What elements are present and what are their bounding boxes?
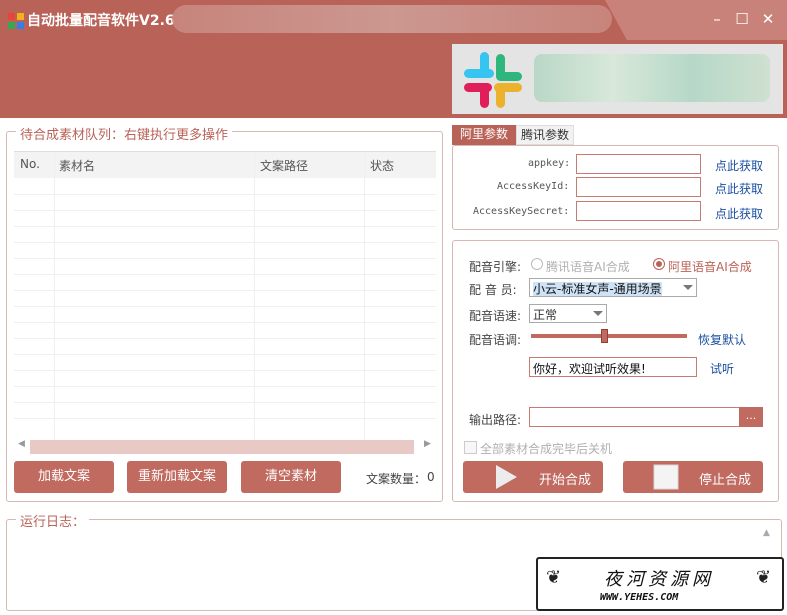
shutdown-label[interactable]: 全部素材合成完毕后关机	[480, 440, 612, 457]
column-divider	[54, 152, 55, 440]
material-table[interactable]: No. 素材名 文案路径 状态	[14, 151, 436, 440]
row-divider	[14, 418, 436, 419]
slack-logo-icon	[464, 52, 522, 108]
queue-legend: 待合成素材队列：右键执行更多操作	[16, 124, 233, 143]
row-divider	[14, 194, 436, 195]
accesskeyid-label: AccessKeyId:	[497, 181, 570, 192]
reset-default-link[interactable]: 恢复默认	[698, 331, 746, 348]
stop-icon	[653, 464, 679, 490]
engine-tencent-label[interactable]: 腾讯语音AI合成	[546, 258, 630, 275]
tab-tencent[interactable]: 腾讯参数	[516, 125, 574, 145]
accesskeyid-input[interactable]	[576, 177, 701, 197]
ornament-left-icon: ❦	[546, 567, 562, 588]
shutdown-checkbox[interactable]	[464, 441, 477, 454]
log-legend: 运行日志：	[16, 511, 90, 530]
scroll-left-icon[interactable]: ◀	[18, 439, 25, 449]
watermark-url: WWW.YEHES.COM	[600, 592, 679, 603]
table-header: No. 素材名 文案路径 状态	[14, 152, 436, 178]
pitch-slider-thumb[interactable]	[601, 329, 608, 343]
listen-link[interactable]: 试听	[710, 360, 734, 377]
column-header-status[interactable]: 状态	[370, 157, 394, 174]
load-script-button[interactable]: 加载文案	[14, 461, 114, 493]
ad-banner[interactable]	[452, 44, 783, 114]
appkey-get-link[interactable]: 点此获取	[715, 157, 763, 174]
start-synthesis-button[interactable]: 开始合成	[463, 461, 603, 493]
voice-selected-value: 小云-标准女声-通用场景	[533, 282, 662, 296]
app-logo-icon	[8, 13, 24, 29]
stop-synthesis-button[interactable]: 停止合成	[623, 461, 763, 493]
start-synthesis-label: 开始合成	[539, 473, 592, 488]
log-scroll-up-icon[interactable]: ▲	[763, 528, 770, 538]
play-icon	[496, 465, 517, 489]
row-divider	[14, 290, 436, 291]
accesskeysecret-input[interactable]	[576, 201, 701, 221]
accesskeysecret-label: AccessKeySecret:	[473, 206, 570, 217]
close-button[interactable]: ✕	[757, 8, 779, 30]
chevron-down-icon	[593, 311, 603, 316]
pitch-slider[interactable]	[531, 329, 687, 343]
voice-label: 配 音 员:	[469, 283, 517, 297]
watermark-title: 夜河资源网	[604, 569, 714, 590]
row-divider	[14, 242, 436, 243]
voice-select[interactable]: 小云-标准女声-通用场景	[529, 278, 697, 297]
browse-button[interactable]: ...	[739, 407, 763, 427]
material-count-value: 0	[427, 470, 435, 484]
banner-blurred-text	[534, 54, 770, 102]
maximize-button[interactable]: ☐	[731, 8, 753, 30]
engine-tencent-radio[interactable]	[531, 258, 543, 270]
appkey-label: appkey:	[528, 158, 571, 169]
horizontal-scrollbar[interactable]: ◀ ▶	[14, 439, 436, 455]
row-divider	[14, 258, 436, 259]
row-divider	[14, 402, 436, 403]
row-divider	[14, 322, 436, 323]
watermark-logo: ❦ ❦ 夜河资源网 WWW.YEHES.COM	[536, 557, 784, 611]
stop-synthesis-label: 停止合成	[699, 473, 752, 488]
window-title: 自动批量配音软件V2.6	[27, 13, 175, 29]
column-divider	[364, 152, 365, 440]
scrollbar-thumb[interactable]	[30, 440, 414, 454]
column-header-no[interactable]: No.	[20, 157, 40, 171]
clear-material-button[interactable]: 清空素材	[241, 461, 341, 493]
preview-text-input[interactable]: 你好，欢迎试听效果!	[529, 357, 697, 377]
row-divider	[14, 370, 436, 371]
pitch-label: 配音语调:	[469, 333, 522, 347]
output-path-input[interactable]	[529, 407, 740, 427]
engine-label: 配音引擎:	[469, 260, 522, 274]
appkey-input[interactable]	[576, 154, 701, 174]
row-divider	[14, 338, 436, 339]
engine-aliyun-radio[interactable]	[653, 258, 665, 270]
speed-label: 配音语速:	[469, 309, 522, 323]
accesskeyid-get-link[interactable]: 点此获取	[715, 180, 763, 197]
row-divider	[14, 386, 436, 387]
material-count-label: 文案数量：	[366, 472, 427, 486]
ornament-right-icon: ❦	[756, 567, 772, 588]
column-header-name[interactable]: 素材名	[59, 157, 95, 174]
row-divider	[14, 210, 436, 211]
row-divider	[14, 226, 436, 227]
reload-script-button[interactable]: 重新加载文案	[127, 461, 227, 493]
speed-select[interactable]: 正常	[529, 304, 607, 323]
title-blurred-text	[172, 5, 612, 33]
tab-aliyun[interactable]: 阿里参数	[452, 125, 516, 145]
accesskeysecret-get-link[interactable]: 点此获取	[715, 205, 763, 222]
scroll-right-icon[interactable]: ▶	[424, 439, 431, 449]
row-divider	[14, 354, 436, 355]
output-path-label: 输出路径:	[469, 413, 522, 427]
row-divider	[14, 274, 436, 275]
column-header-path[interactable]: 文案路径	[260, 157, 308, 174]
chevron-down-icon	[683, 285, 693, 290]
row-divider	[14, 306, 436, 307]
minimize-button[interactable]: –	[706, 8, 728, 30]
speed-selected-value: 正常	[533, 308, 558, 322]
engine-aliyun-label[interactable]: 阿里语音AI合成	[668, 258, 752, 275]
column-divider	[254, 152, 255, 440]
